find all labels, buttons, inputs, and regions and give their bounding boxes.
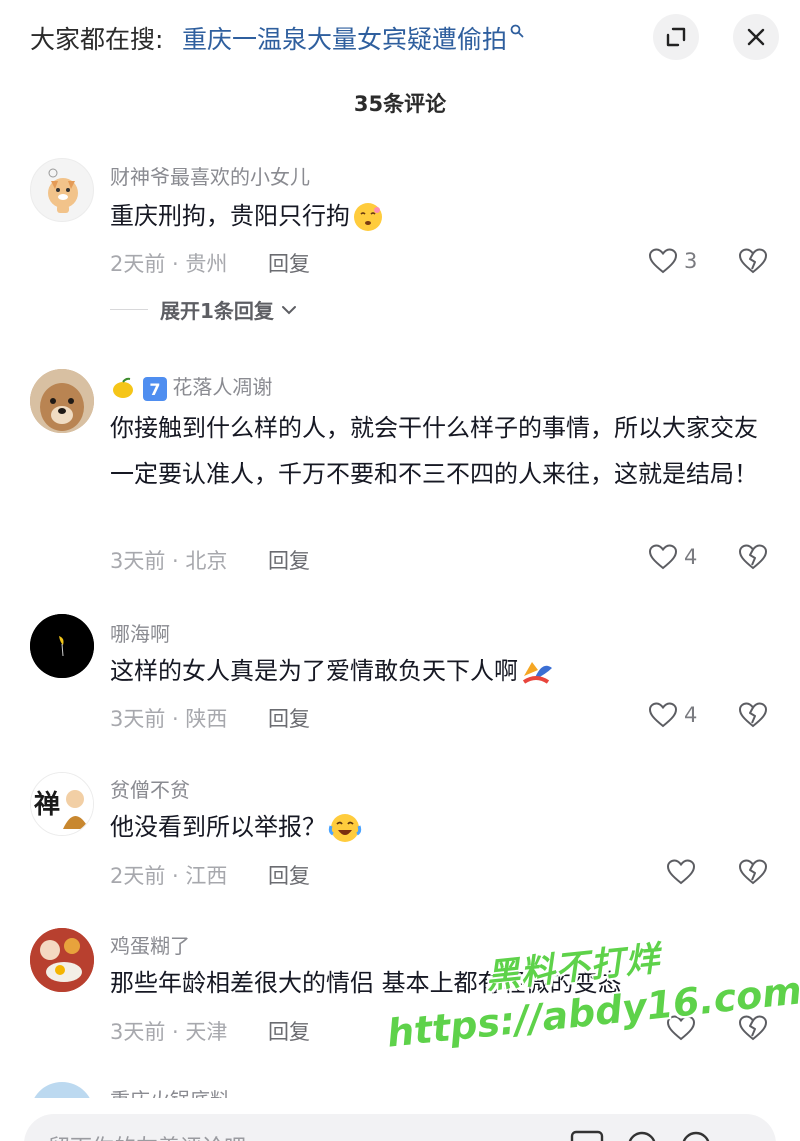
username-text: 花落人凋谢 [172, 375, 273, 399]
broken-heart-icon [738, 544, 768, 570]
like-button[interactable]: 4 [648, 543, 697, 571]
avatar[interactable] [30, 928, 94, 992]
comment-text: 那些年龄相差很大的情侣 基本上都有轻微的变态 [110, 969, 622, 997]
reply-button[interactable]: 回复 [268, 248, 310, 278]
heart-icon [648, 248, 678, 274]
search-prefix: 大家都在搜: [30, 25, 164, 54]
moon-avatar-icon [30, 614, 94, 678]
comment-text-content: 这样的女人真是为了爱情敢负天下人啊 [110, 657, 518, 685]
comment-meta: 3天前 · 陕西 [110, 707, 228, 731]
comment-text-content: 重庆刑拘，贵阳只行拘 [110, 202, 350, 230]
like-count: 4 [684, 545, 698, 569]
heart-icon [648, 544, 678, 570]
dog-photo-avatar-icon [30, 369, 94, 433]
comment-meta: 2天前 · 江西 [110, 864, 228, 888]
sleepy-face-emoji [354, 203, 382, 231]
chevron-down-icon [281, 305, 296, 314]
avatar[interactable] [30, 614, 94, 678]
search-bar: 大家都在搜: 重庆一温泉大量女宾疑遭偷拍 [0, 0, 800, 76]
food-photo-avatar-icon [30, 928, 94, 992]
reply-button[interactable]: 回复 [268, 545, 310, 575]
like-count: 4 [684, 703, 698, 727]
username[interactable]: 鸡蛋糊了 [110, 930, 190, 959]
avatar-calligraphy: 禅 [33, 790, 60, 820]
like-button[interactable] [666, 858, 702, 886]
emoji-icon[interactable] [680, 1130, 712, 1141]
comment-count: 35条评论 [353, 92, 447, 116]
close-button[interactable] [733, 14, 779, 60]
level-badge-icon: 7 [143, 376, 168, 401]
avatar[interactable] [30, 369, 94, 433]
dog-avatar-icon [48, 168, 78, 213]
comment-text: 重庆刑拘，贵阳只行拘 [110, 193, 770, 239]
image-icon[interactable] [570, 1130, 604, 1141]
comment-text: 他没看到所以举报？ [110, 804, 770, 850]
avatar[interactable] [30, 158, 94, 222]
expand-replies-button[interactable]: 展开1条回复 [110, 295, 298, 324]
comment-meta: 2天前 · 贵州 [110, 252, 228, 276]
search-icon [510, 24, 524, 38]
comment-text: 这样的女人真是为了爱情敢负天下人啊 [110, 648, 770, 694]
heart-icon [666, 1015, 696, 1041]
comment-text: 你接触到什么样的人，就会干什么样子的事情，所以大家交友一定要认准人，千万不要和不… [110, 414, 758, 488]
broken-heart-icon [738, 702, 768, 728]
lemon-badge-icon [113, 377, 133, 398]
broken-heart-icon [738, 859, 768, 885]
comment-text-content: 他没看到所以举报？ [110, 813, 326, 841]
close-icon [747, 28, 765, 46]
broken-heart-icon [738, 248, 768, 274]
broken-heart-icon [738, 1015, 768, 1041]
reply-button[interactable]: 回复 [268, 703, 310, 733]
reply-button[interactable]: 回复 [268, 1016, 310, 1046]
user-badges: 7 [110, 375, 168, 402]
avatar[interactable]: 禅 [30, 772, 94, 836]
input-actions [570, 1130, 712, 1141]
heart-icon [666, 859, 696, 885]
comment-input-placeholder: 留下你的友善评论吧 [48, 1130, 246, 1141]
username[interactable]: 财神爷最喜欢的小女儿 [110, 161, 310, 190]
at-icon[interactable] [626, 1130, 658, 1141]
like-count: 3 [684, 249, 698, 273]
expand-button[interactable] [653, 14, 699, 60]
username[interactable]: 贫僧不贫 [110, 774, 190, 803]
dislike-button[interactable] [738, 1014, 768, 1046]
dislike-button[interactable] [738, 858, 768, 890]
username[interactable]: 哪海啊 [110, 618, 170, 647]
expand-icon [666, 27, 686, 47]
hug-emoji [522, 662, 552, 684]
dislike-button[interactable] [738, 701, 768, 733]
trending-search-link[interactable]: 重庆一温泉大量女宾疑遭偷拍 [182, 20, 524, 56]
expand-divider [110, 309, 148, 310]
monk-avatar-icon: 禅 [31, 773, 93, 835]
like-button[interactable]: 3 [648, 247, 697, 275]
reply-button[interactable]: 回复 [268, 860, 310, 890]
heart-icon [648, 702, 678, 728]
like-button[interactable] [666, 1014, 702, 1042]
comment-meta: 3天前 · 北京 [110, 549, 228, 573]
crying-laughing-emoji [328, 814, 362, 842]
expand-replies-label: 展开1条回复 [160, 299, 274, 323]
dislike-button[interactable] [738, 543, 768, 575]
comment-meta: 3天前 · 天津 [110, 1020, 228, 1044]
level-badge-number: 7 [150, 380, 161, 399]
username[interactable]: 7 花落人凋谢 [110, 371, 272, 402]
trending-search-query: 重庆一温泉大量女宾疑遭偷拍 [182, 25, 508, 54]
dislike-button[interactable] [738, 247, 768, 279]
like-button[interactable]: 4 [648, 701, 697, 729]
